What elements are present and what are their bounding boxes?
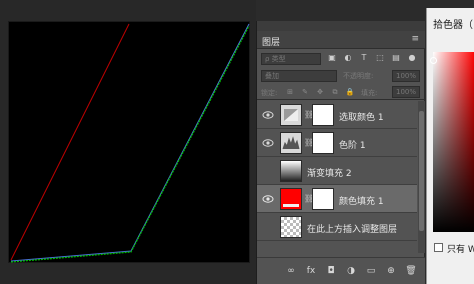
fill-field[interactable]: 100%: [392, 86, 420, 98]
lock-artboard-icon[interactable]: ⧉: [330, 87, 340, 97]
canvas-image[interactable]: [8, 21, 250, 263]
layer-row[interactable]: ⛓ 选取颜色 1: [257, 101, 417, 129]
panel-footer: ∞ fx ◘ ◑ ▭ ⊕ 🗑: [257, 257, 425, 284]
transparent-checkerboard-thumbnail: [280, 216, 302, 238]
layers-tab[interactable]: 图层: [262, 35, 280, 48]
layer-name: 渐变填充 2: [307, 169, 352, 179]
gradient-fill-thumbnail: [280, 160, 302, 182]
layer-row[interactable]: ⛓ 色阶 1: [257, 129, 417, 157]
fill-label: 填充:: [361, 89, 378, 97]
layer-name: 色阶 1: [339, 141, 366, 151]
link-layers-icon[interactable]: ∞: [285, 265, 297, 277]
filter-toggle-icon[interactable]: ●: [407, 52, 417, 64]
panel-header: 图层 ≡: [257, 31, 425, 49]
layer-filter-select[interactable]: ρ 类型: [261, 53, 321, 65]
visibility-eye-icon[interactable]: [262, 110, 274, 120]
new-group-icon[interactable]: ▭: [365, 265, 377, 277]
layer-list: ⛓ 选取颜色 1 ⛓ 色阶 1 渐变填充 2 ⛓ 颜色填充 1 在此上方插入调整…: [257, 101, 417, 253]
blend-mode-select[interactable]: 叠加: [261, 70, 337, 82]
color-field[interactable]: [433, 52, 474, 232]
panel-tab-bar: [257, 21, 425, 31]
add-mask-icon[interactable]: ◘: [325, 265, 337, 277]
red-color-fill-thumbnail: [280, 188, 302, 210]
blue-channel-line: [10, 23, 250, 262]
lock-position-icon[interactable]: ✥: [315, 87, 325, 97]
visibility-eye-icon[interactable]: [262, 194, 274, 204]
opacity-field[interactable]: 100%: [392, 70, 420, 82]
layers-scrollbar[interactable]: [418, 101, 425, 253]
opacity-label: 不透明度:: [343, 72, 374, 80]
green-channel-line: [10, 25, 250, 263]
fx-icon[interactable]: fx: [305, 265, 317, 277]
layer-mask-thumbnail[interactable]: [312, 132, 334, 154]
web-colors-only-label: 只有 W: [447, 245, 474, 255]
document-canvas-area: [0, 0, 256, 284]
hamburger-icon[interactable]: ≡: [411, 34, 419, 44]
new-adjustment-icon[interactable]: ◑: [345, 265, 357, 277]
color-picker-marker[interactable]: [430, 57, 437, 64]
curves-graph: [10, 23, 250, 263]
visibility-eye-icon[interactable]: [262, 138, 274, 148]
selective-color-adjustment-icon: [280, 104, 302, 126]
layer-mask-thumbnail[interactable]: [312, 104, 334, 126]
web-colors-only-checkbox[interactable]: [434, 243, 443, 252]
adjustment-filter-icon[interactable]: ◐: [343, 52, 353, 64]
levels-adjustment-icon: [280, 132, 302, 154]
layer-row-selected[interactable]: ⛓ 颜色填充 1: [257, 185, 417, 213]
layer-row[interactable]: 在此上方插入调整图层: [257, 213, 417, 241]
color-picker-dialog: 拾色器（ 只有 W: [426, 8, 474, 284]
layer-row[interactable]: 渐变填充 2: [257, 157, 417, 185]
layers-panel: 图层 ≡ ρ 类型 ▣ ◐ T ⬚ ▤ ● 叠加 不透明度: 100% 锁定: …: [256, 21, 425, 284]
type-filter-icon[interactable]: T: [359, 52, 369, 64]
scrollbar-thumb[interactable]: [419, 111, 424, 231]
layer-name: 颜色填充 1: [339, 197, 384, 207]
lock-row: 锁定: ⊞ ✎ ✥ ⧉ 🔒 填充: 100%: [257, 84, 425, 100]
shape-filter-icon[interactable]: ⬚: [375, 52, 385, 64]
filter-row: ρ 类型 ▣ ◐ T ⬚ ▤ ●: [257, 50, 425, 68]
new-layer-icon[interactable]: ⊕: [385, 265, 397, 277]
blend-row: 叠加 不透明度: 100%: [257, 68, 425, 84]
lock-label: 锁定:: [261, 89, 278, 97]
layer-mask-thumbnail[interactable]: [312, 188, 334, 210]
layer-name: 选取颜色 1: [339, 113, 384, 123]
layer-name: 在此上方插入调整图层: [307, 225, 398, 235]
delete-layer-icon[interactable]: 🗑: [405, 265, 417, 277]
pixel-filter-icon[interactable]: ▣: [327, 52, 337, 64]
lock-all-icon[interactable]: 🔒: [345, 87, 355, 97]
lock-transparent-icon[interactable]: ⊞: [285, 87, 295, 97]
lock-image-icon[interactable]: ✎: [300, 87, 310, 97]
smart-object-filter-icon[interactable]: ▤: [391, 52, 401, 64]
red-channel-line: [10, 23, 130, 261]
color-picker-title: 拾色器（: [433, 20, 473, 31]
